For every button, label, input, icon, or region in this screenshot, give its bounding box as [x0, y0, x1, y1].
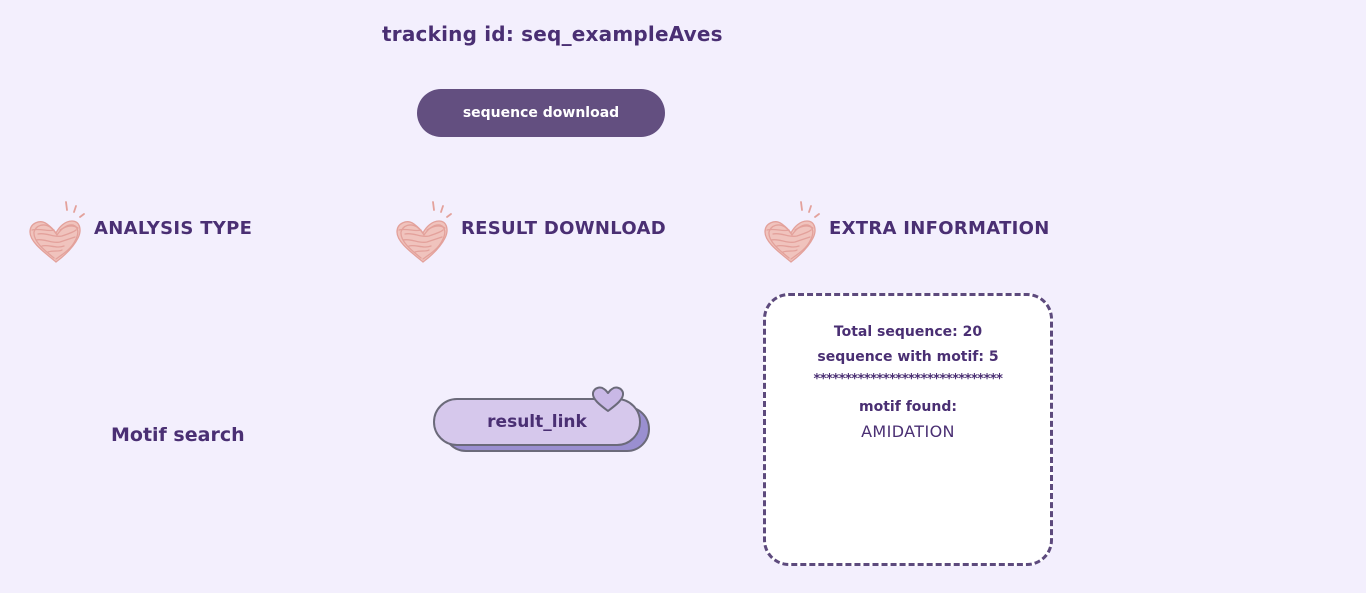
tracking-id: tracking id: seq_exampleAves — [382, 22, 723, 46]
heart-icon — [591, 386, 625, 412]
analysis-type-header: ANALYSIS TYPE — [26, 196, 266, 266]
separator-stars: ****************************** — [813, 372, 1003, 387]
result-link-container[interactable]: result_link — [433, 385, 653, 457]
heart-doodle-icon — [29, 201, 85, 263]
result-download-header: RESULT DOWNLOAD — [393, 196, 666, 266]
heart-doodle-icon — [764, 201, 820, 263]
analysis-type-value: Motif search — [111, 424, 245, 446]
heart-doodle-icon — [396, 201, 452, 263]
extra-information-header: EXTRA INFORMATION — [761, 196, 1049, 266]
extra-information-box: Total sequence: 20 sequence with motif: … — [763, 293, 1053, 566]
section-title-extra-information: EXTRA INFORMATION — [829, 218, 1050, 239]
total-sequence-text: Total sequence: 20 — [833, 324, 983, 340]
motif-found-value: AMIDATION — [861, 422, 955, 441]
motif-found-label: motif found: — [859, 399, 957, 415]
section-title-result-download: RESULT DOWNLOAD — [461, 218, 666, 239]
section-title-analysis-type: ANALYSIS TYPE — [94, 218, 253, 239]
sequence-with-motif-text: sequence with motif: 5 — [817, 349, 999, 365]
sequence-download-button[interactable]: sequence download — [417, 89, 665, 137]
